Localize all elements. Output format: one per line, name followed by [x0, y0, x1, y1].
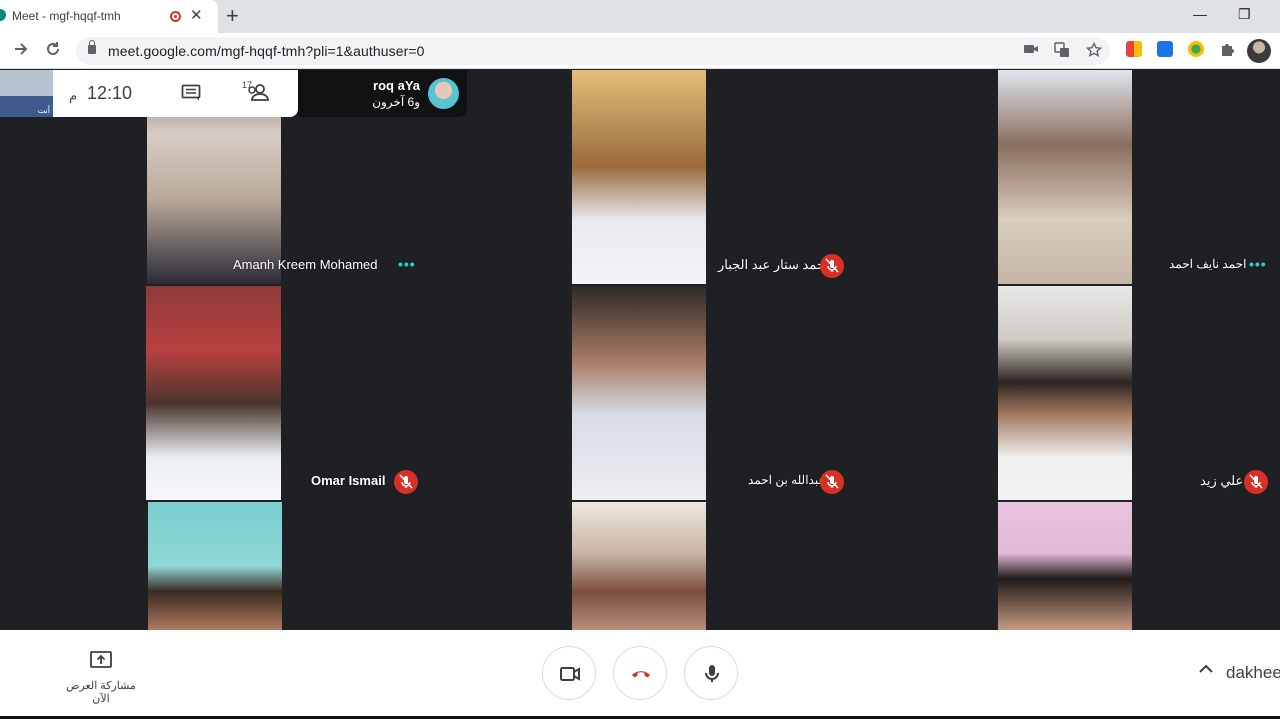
participant-tile[interactable] [998, 502, 1280, 630]
camera-icon [560, 667, 580, 681]
restore-button[interactable]: ❐ [1238, 6, 1251, 23]
participant-name: Omar Ismail [311, 473, 386, 488]
participant-tile[interactable] [0, 502, 570, 630]
browser-toolbar: meet.google.com/mgf-hqqf-tmh?pli=1&authu… [0, 33, 1280, 69]
profile-avatar[interactable] [1247, 39, 1271, 63]
new-tab-button[interactable]: + [226, 4, 239, 28]
present-now-label: مشاركة العرض الآن [66, 680, 136, 705]
camera-in-use-icon[interactable] [1023, 42, 1039, 60]
extensions-puzzle-icon[interactable] [1219, 41, 1235, 61]
participant-video [998, 502, 1132, 630]
meeting-details-label[interactable]: dakhee [1226, 663, 1280, 683]
presenter-avatar [428, 78, 459, 109]
self-view-label: أنت [37, 106, 50, 115]
participant-tile[interactable]: Omar Ismail [0, 286, 570, 500]
participant-tile[interactable]: احمد نايف احمد ••• [998, 70, 1280, 284]
camera-toggle-button[interactable] [542, 646, 596, 700]
extension-color-icon[interactable] [1126, 41, 1142, 57]
recording-indicator-icon [170, 11, 181, 22]
url-text[interactable]: meet.google.com/mgf-hqqf-tmh?pli=1&authu… [108, 43, 425, 59]
muted-mic-icon [1244, 470, 1268, 494]
participant-tile[interactable]: احمد ستار عبد الجبار [572, 70, 996, 284]
presenter-name: roq aYa [373, 78, 420, 93]
meeting-clock: 12:10 [87, 83, 133, 103]
speaking-indicator-icon: ••• [398, 256, 416, 272]
minimize-button[interactable]: — [1193, 6, 1207, 22]
chevron-up-icon[interactable] [1198, 662, 1214, 680]
tab-close-icon[interactable]: ✕ [190, 7, 203, 25]
participant-tile[interactable]: علي زيد [998, 286, 1280, 500]
present-now-button[interactable]: مشاركة العرض الآن [56, 650, 146, 705]
forward-icon[interactable] [12, 40, 30, 62]
call-controls-bar: مشاركة العرض الآن dakhee [0, 630, 1280, 716]
meet-stage: Amanh Kreem Mohamed ••• احمد ستار عبد ال… [0, 70, 1280, 630]
muted-mic-icon [820, 254, 844, 278]
extension-search-icon[interactable] [1157, 41, 1173, 57]
lock-icon [88, 40, 96, 54]
tab-title: Meet - mgf-hqqf-tmh [12, 9, 121, 23]
present-screen-icon [90, 651, 112, 668]
people-icon[interactable] [243, 82, 273, 107]
participant-tile[interactable] [572, 502, 996, 630]
leave-call-button[interactable] [613, 646, 667, 700]
muted-mic-icon [820, 470, 844, 494]
address-bar[interactable]: meet.google.com/mgf-hqqf-tmh?pli=1&authu… [76, 37, 1110, 65]
participant-name: علي زيد [1200, 473, 1244, 488]
microphone-icon [705, 665, 719, 682]
participant-name: عبدالله بن احمد [748, 473, 826, 487]
participant-video [572, 502, 706, 630]
extension-globe-icon[interactable] [1188, 41, 1204, 57]
participant-video [998, 286, 1132, 500]
hang-up-icon [632, 671, 650, 678]
participant-video [148, 502, 282, 630]
meeting-info-panel: م 12:10 17 [53, 70, 298, 117]
reload-icon[interactable] [44, 40, 62, 62]
meet-favicon-icon [0, 9, 6, 21]
participant-name: Amanh Kreem Mohamed [233, 257, 378, 272]
participant-name: احمد ستار عبد الجبار [718, 257, 829, 272]
speaking-indicator-icon: ••• [1249, 256, 1267, 272]
presenter-chip[interactable]: roq aYa و6 آخرون [298, 70, 467, 117]
muted-mic-icon [394, 470, 418, 494]
participant-video [572, 70, 706, 284]
chat-icon[interactable] [181, 84, 201, 107]
tab-meet[interactable]: Meet - mgf-hqqf-tmh ✕ [0, 0, 218, 33]
participant-tile[interactable]: عبدالله بن احمد [572, 286, 996, 500]
presenter-others: و6 آخرون [372, 95, 420, 109]
participant-name: احمد نايف احمد [1169, 257, 1247, 271]
ampm-label: م [69, 88, 78, 103]
participant-video [998, 70, 1132, 284]
translate-icon[interactable] [1054, 42, 1070, 62]
bookmark-star-icon[interactable] [1085, 41, 1103, 62]
tab-strip: Meet - mgf-hqqf-tmh ✕ + — ❐ [0, 0, 1280, 33]
participant-video [146, 286, 281, 500]
microphone-toggle-button[interactable] [684, 646, 738, 700]
self-view-thumbnail[interactable]: أنت [0, 70, 53, 117]
participant-video [572, 286, 706, 500]
